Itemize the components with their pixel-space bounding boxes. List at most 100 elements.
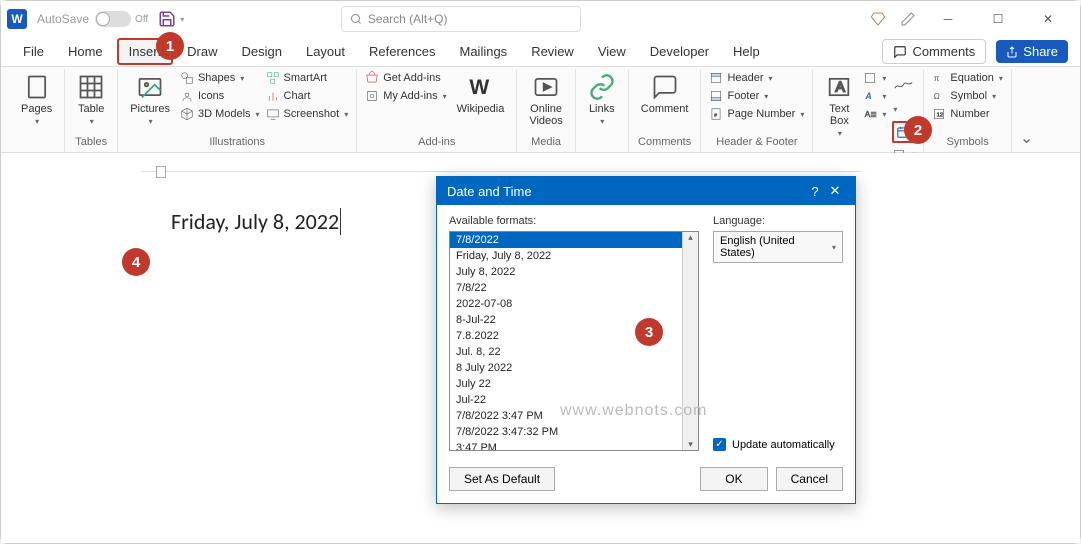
set-default-button[interactable]: Set As Default	[449, 467, 555, 491]
ruler-indent-marker[interactable]	[156, 166, 166, 178]
format-option[interactable]: 2022-07-08	[450, 296, 698, 312]
icons-icon	[180, 89, 194, 103]
signature-button[interactable]: ▾	[892, 71, 915, 117]
save-dropdown-icon[interactable]: ▾	[180, 15, 184, 24]
word-app-icon: W	[7, 9, 27, 29]
dropcap-icon: A≣	[863, 107, 877, 121]
pages-button[interactable]: Pages▾	[17, 71, 56, 128]
wordart-icon: A	[863, 89, 877, 103]
link-icon	[588, 73, 616, 101]
quick-parts-button[interactable]: ▾	[863, 71, 886, 85]
comment-button[interactable]: Comment	[637, 71, 693, 117]
format-option[interactable]: 7/8/22	[450, 280, 698, 296]
search-box[interactable]: Search (Alt+Q)	[341, 6, 581, 32]
format-option[interactable]: Jul. 8, 22	[450, 344, 698, 360]
tab-draw[interactable]: Draw	[177, 40, 227, 63]
save-icon[interactable]	[158, 10, 176, 28]
tab-references[interactable]: References	[359, 40, 445, 63]
equation-button[interactable]: πEquation▾	[932, 71, 1002, 85]
wordart-button[interactable]: A▾	[863, 89, 886, 103]
wikipedia-icon: W	[467, 73, 495, 101]
titlebar: W AutoSave Off ▾ Search (Alt+Q) ─ ☐ ✕	[1, 1, 1080, 37]
tab-home[interactable]: Home	[58, 40, 113, 63]
share-button[interactable]: Share	[996, 40, 1068, 63]
close-button[interactable]: ✕	[1030, 5, 1066, 33]
number-button[interactable]: 12Number	[932, 107, 1002, 121]
language-label: Language:	[713, 215, 843, 227]
screenshot-button[interactable]: Screenshot▾	[266, 107, 349, 121]
format-option[interactable]: 7/8/2022	[450, 232, 698, 248]
svg-text:Ω: Ω	[934, 92, 940, 101]
tab-view[interactable]: View	[588, 40, 636, 63]
format-option[interactable]: 3:47 PM	[450, 440, 698, 451]
dialog-footer: Set As Default OK Cancel	[437, 459, 855, 503]
links-button[interactable]: Links▾	[584, 71, 620, 128]
format-option[interactable]: July 8, 2022	[450, 264, 698, 280]
format-option[interactable]: 8 July 2022	[450, 360, 698, 376]
3d-models-button[interactable]: 3D Models▾	[180, 107, 260, 121]
format-option[interactable]: 7/8/2022 3:47:32 PM	[450, 424, 698, 440]
tab-developer[interactable]: Developer	[640, 40, 719, 63]
svg-text:A≣: A≣	[865, 110, 877, 119]
group-links: Links▾	[576, 69, 629, 152]
shapes-button[interactable]: Shapes▾	[180, 71, 260, 85]
table-button[interactable]: Table▾	[73, 71, 109, 128]
search-placeholder: Search (Alt+Q)	[368, 12, 448, 26]
tab-help[interactable]: Help	[723, 40, 770, 63]
symbol-button[interactable]: ΩSymbol▾	[932, 89, 1002, 103]
equation-icon: π	[932, 71, 946, 85]
comment-icon	[893, 45, 907, 59]
tab-file[interactable]: File	[13, 40, 54, 63]
text-box-button[interactable]: A Text Box▾	[821, 71, 857, 140]
language-select[interactable]: English (United States) ▾	[713, 231, 843, 263]
format-option[interactable]: 7/8/2022 3:47 PM	[450, 408, 698, 424]
video-icon	[532, 73, 560, 101]
format-option[interactable]: July 22	[450, 376, 698, 392]
update-automatically-checkbox[interactable]: ✓	[713, 438, 726, 451]
wikipedia-button[interactable]: W Wikipedia	[453, 71, 509, 117]
tab-layout[interactable]: Layout	[296, 40, 355, 63]
dropcap-button[interactable]: A≣▾	[863, 107, 886, 121]
minimize-button[interactable]: ─	[930, 5, 966, 33]
table-icon	[77, 73, 105, 101]
smartart-icon	[266, 71, 280, 85]
footer-button[interactable]: Footer▾	[709, 89, 804, 103]
format-option[interactable]: Friday, July 8, 2022	[450, 248, 698, 264]
ok-button[interactable]: OK	[700, 467, 767, 491]
my-addins-button[interactable]: My Add-ins▾	[365, 89, 446, 103]
comments-button[interactable]: Comments	[882, 39, 986, 64]
pictures-button[interactable]: Pictures▾	[126, 71, 174, 128]
tab-design[interactable]: Design	[232, 40, 292, 63]
format-option[interactable]: Jul-22	[450, 392, 698, 408]
dialog-help-button[interactable]: ?	[805, 184, 825, 199]
maximize-button[interactable]: ☐	[980, 5, 1016, 33]
group-media: Online Videos Media	[517, 69, 575, 152]
dialog-titlebar[interactable]: Date and Time ? ✕	[437, 177, 855, 205]
header-button[interactable]: Header▾	[709, 71, 804, 85]
group-header-footer: Header▾ Footer▾ #Page Number▾ Header & F…	[701, 69, 813, 152]
addins-icon	[365, 89, 379, 103]
get-addins-button[interactable]: Get Add-ins	[365, 71, 446, 85]
diamond-icon[interactable]	[870, 11, 886, 27]
dialog-close-button[interactable]: ✕	[825, 183, 845, 199]
collapse-ribbon-button[interactable]: ⌄	[1012, 124, 1041, 152]
cancel-button[interactable]: Cancel	[776, 467, 843, 491]
svg-text:W: W	[469, 76, 489, 99]
listbox-scrollbar[interactable]	[682, 232, 698, 450]
autosave-toggle[interactable]	[95, 11, 131, 27]
document-text[interactable]: Friday, July 8, 2022	[171, 208, 341, 235]
group-illustrations: Pictures▾ Shapes▾ Icons 3D Models▾ Smart…	[118, 69, 357, 152]
page-number-button[interactable]: #Page Number▾	[709, 107, 804, 121]
chart-button[interactable]: Chart	[266, 89, 349, 103]
tab-mailings[interactable]: Mailings	[450, 40, 518, 63]
share-icon	[1006, 46, 1018, 58]
tab-review[interactable]: Review	[521, 40, 584, 63]
icons-button[interactable]: Icons	[180, 89, 260, 103]
formats-label: Available formats:	[449, 215, 699, 227]
smartart-button[interactable]: SmartArt	[266, 71, 349, 85]
textbox-icon: A	[825, 73, 853, 101]
formats-listbox[interactable]: 7/8/2022Friday, July 8, 2022July 8, 2022…	[449, 231, 699, 451]
number-icon: 12	[932, 107, 946, 121]
pencil-icon[interactable]	[900, 11, 916, 27]
online-videos-button[interactable]: Online Videos	[525, 71, 566, 129]
